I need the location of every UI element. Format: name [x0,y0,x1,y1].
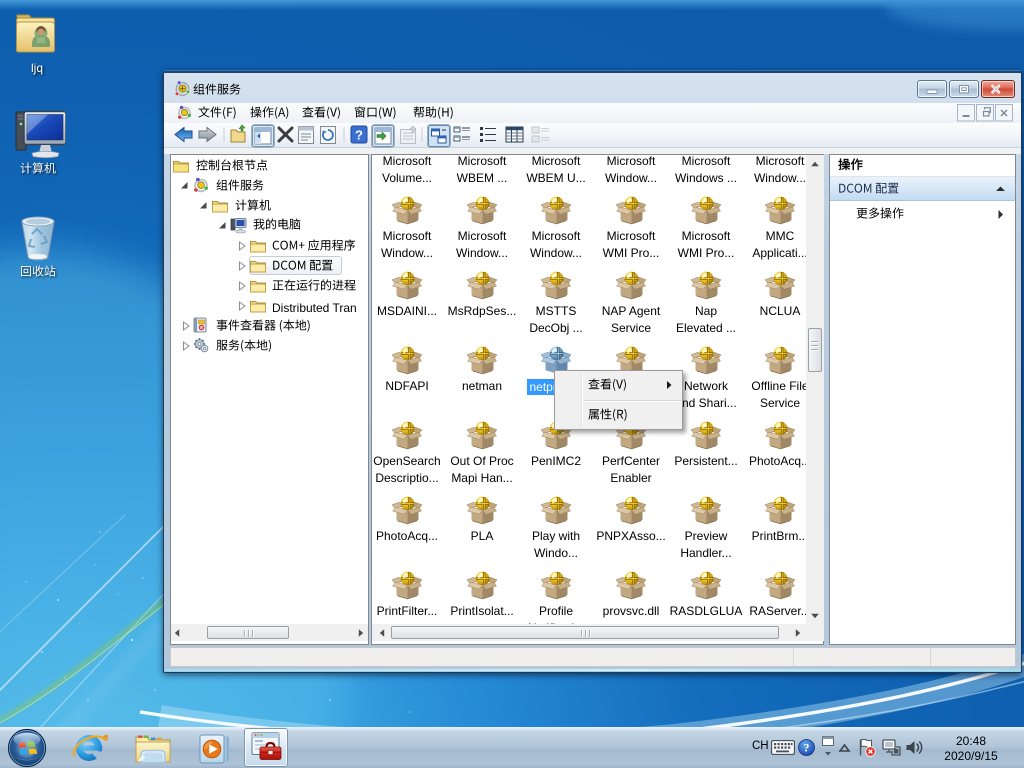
svg-text:?: ? [355,128,363,143]
svg-text:?: ? [804,741,810,755]
